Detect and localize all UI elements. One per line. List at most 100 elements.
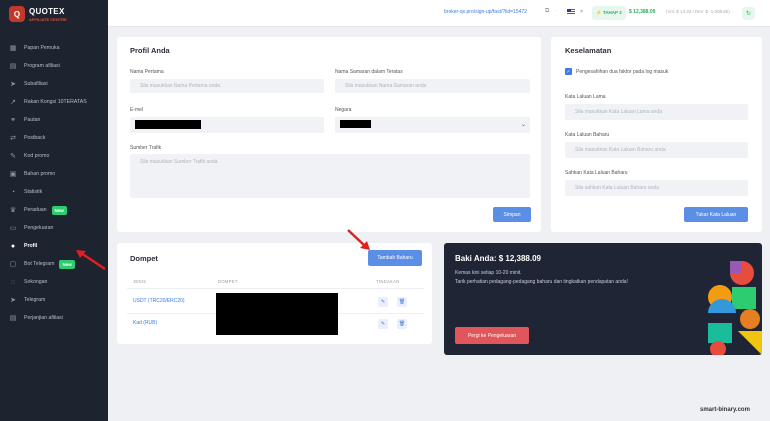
sidebar-item[interactable]: ▤ Program afiliasi bbox=[0, 57, 108, 75]
bot-icon: ▢ bbox=[9, 261, 17, 268]
watermark: smart-binary.com bbox=[700, 407, 750, 413]
sidebar-item[interactable]: ➤ Subafiliasi bbox=[0, 75, 108, 93]
sidebar-item-label: Papan Pemuka bbox=[24, 45, 60, 51]
telegram-icon: ➤ bbox=[10, 297, 16, 304]
old-password-field[interactable]: Sila masukkan Kata Laluan Lama anda bbox=[565, 104, 748, 120]
sidebar-item-label: Pengeluaran bbox=[24, 225, 54, 231]
trophy-icon: ♛ bbox=[9, 207, 17, 214]
security-card: Keselamatan ✓ Pengesahihan dua faktor pa… bbox=[551, 37, 762, 232]
sidebar-item[interactable]: ▣ Bahan promo bbox=[0, 165, 108, 183]
wallet-card: Dompet Tambah Baharu JENIS DOMPET TINDAK… bbox=[117, 243, 432, 344]
sidebar-item-label: Telegram bbox=[24, 297, 46, 303]
refresh-icon[interactable]: ↻ bbox=[742, 7, 755, 20]
link-icon: ⚭ bbox=[10, 117, 16, 124]
email-label: E-mel bbox=[130, 107, 144, 113]
new-badge: New bbox=[59, 259, 75, 269]
promo-material-icon: ▣ bbox=[9, 171, 17, 178]
sidebar-item-label: Kod promo bbox=[24, 153, 50, 159]
trash-icon[interactable]: 🗑 bbox=[397, 319, 407, 329]
language-flag-icon[interactable] bbox=[567, 9, 575, 15]
trash-icon[interactable]: 🗑 bbox=[397, 297, 407, 307]
add-wallet-button[interactable]: Tambah Baharu bbox=[368, 250, 422, 266]
support-icon: ◌ bbox=[10, 278, 16, 286]
edit-icon[interactable]: ✎ bbox=[378, 319, 388, 329]
chevron-down-icon[interactable]: ▾ bbox=[580, 8, 583, 15]
sidebar-item-label: Statistik bbox=[24, 189, 43, 195]
dashboard-icon: ▦ bbox=[9, 45, 17, 52]
chart-icon: ◔ bbox=[10, 188, 16, 196]
sidebar-item[interactable]: ♛ Peraduan New bbox=[0, 201, 108, 219]
sidebar-item-label: Bahan promo bbox=[24, 171, 56, 177]
sidebar-item[interactable]: ▤ Perjanjian afiliasi bbox=[0, 309, 108, 327]
agreement-icon: ▤ bbox=[9, 315, 17, 322]
new-badge: New bbox=[51, 205, 67, 215]
postback-icon: ⇄ bbox=[10, 135, 16, 142]
referral-link[interactable]: broker-qx.pro/sign-up/fast/?lid=15472 bbox=[444, 9, 527, 15]
sidebar-item[interactable]: ▦ Papan Pemuka bbox=[0, 39, 108, 57]
balance-update-note: Kemas kini setiap 10-20 minit. bbox=[455, 270, 522, 276]
divider: · bbox=[555, 8, 557, 14]
sidebar-item[interactable]: ◌ Sokongan bbox=[0, 273, 108, 291]
confirm-password-field[interactable]: Sila sahkan Kata Laluan Baharu anda bbox=[565, 180, 748, 196]
twofa-label: Pengesahihan dua faktor pada log masuk bbox=[576, 69, 669, 75]
logo-icon: Q bbox=[9, 6, 25, 22]
sidebar-item-label: Rakan Kongsi 10TERATAS bbox=[24, 99, 87, 105]
balance-title: Baki Anda: $ 12,388.09 bbox=[455, 254, 541, 263]
chevron-down-icon: ⌄ bbox=[520, 122, 526, 128]
balance-promo-note: Tarik perhatian pedagang-pedagang baharu… bbox=[455, 279, 628, 285]
change-password-button[interactable]: Tukar Kata Laluan bbox=[684, 207, 748, 222]
sidebar-item-label: Sokongan bbox=[24, 279, 48, 285]
withdraw-icon: ▭ bbox=[9, 225, 17, 232]
wallet-title: Dompet bbox=[130, 254, 158, 263]
sidebar-item-label: Perjanjian afiliasi bbox=[24, 315, 63, 321]
sidebar-item-label: Program afiliasi bbox=[24, 63, 60, 69]
sidebar-item[interactable]: ↗ Rakan Kongsi 10TERATAS bbox=[0, 93, 108, 111]
country-label: Negara bbox=[335, 107, 352, 113]
sidebar-item[interactable]: ▭ Pengeluaran bbox=[0, 219, 108, 237]
column-header: TINDAKAN bbox=[376, 279, 400, 284]
sidebar-item[interactable]: ⇄ Postback bbox=[0, 129, 108, 147]
wallet-type-card[interactable]: Kad (RUB) bbox=[133, 320, 157, 326]
sidebar-item-label: Postback bbox=[24, 135, 46, 141]
wallet-type-usdt[interactable]: USDT (TRC20/ERC20) bbox=[133, 298, 185, 304]
sidebar-item[interactable]: ◔ Statistik bbox=[0, 183, 108, 201]
balance-card: Baki Anda: $ 12,388.09 Kemas kini setiap… bbox=[444, 243, 762, 355]
sidebar-nav: ▦ Papan Pemuka ▤ Program afiliasi ➤ Subafilia… bbox=[0, 39, 108, 327]
send-icon: ➤ bbox=[10, 81, 16, 88]
decorative-shapes bbox=[708, 261, 762, 355]
first-name-label: Nama Pertama bbox=[130, 69, 164, 75]
redacted-wallet-address bbox=[216, 293, 338, 335]
nickname-field[interactable]: Sila masukkan Nama Samaran anda bbox=[335, 79, 530, 93]
sidebar-item[interactable]: ✎ Kod promo bbox=[0, 147, 108, 165]
edit-icon[interactable]: ✎ bbox=[378, 297, 388, 307]
sidebar-item[interactable]: ⚭ Pautan bbox=[0, 111, 108, 129]
nickname-label: Nama Samaran dalam Teratas bbox=[335, 69, 403, 75]
brand-title: QUOTEX bbox=[29, 6, 65, 16]
sidebar-item-label: Subafiliasi bbox=[24, 81, 48, 87]
trend-icon: ↗ bbox=[10, 99, 16, 106]
sidebar-item-label: Peraduan bbox=[24, 207, 47, 213]
top-balance-detail: (Vol: $ 13.33 / Rev: $ -1,008.85) bbox=[666, 9, 730, 14]
user-icon: ● bbox=[10, 242, 16, 250]
annotation-arrow bbox=[76, 250, 106, 271]
program-icon: ▤ bbox=[9, 63, 17, 70]
withdraw-button[interactable]: Pergi ke Pengeluaran bbox=[455, 327, 529, 344]
twofa-checkbox[interactable]: ✓ bbox=[565, 68, 572, 75]
annotation-arrow bbox=[347, 229, 370, 250]
new-password-field[interactable]: Sila masukkan Kata Laluan Baharu anda bbox=[565, 142, 748, 158]
tag-icon: ✎ bbox=[10, 153, 16, 160]
brand-subtitle: AFFILIATE CENTRE bbox=[29, 16, 67, 22]
sidebar-item-label: Pautan bbox=[24, 117, 41, 123]
tier-badge: ⚡ TAHAP 2 bbox=[592, 6, 626, 20]
first-name-field[interactable]: Sila masukkan Nama Pertama anda bbox=[130, 79, 324, 93]
sidebar-item[interactable]: ➤ Telegram bbox=[0, 291, 108, 309]
redacted-email bbox=[135, 120, 201, 129]
brand-logo[interactable]: Q QUOTEX AFFILIATE CENTRE bbox=[9, 6, 67, 22]
top-balance: $ 12,388.09 bbox=[629, 9, 656, 15]
sidebar: Q QUOTEX AFFILIATE CENTRE ▦ Papan Pemuka ▤… bbox=[0, 0, 108, 421]
copy-icon[interactable]: ⧉ bbox=[545, 8, 549, 15]
save-button[interactable]: Simpan bbox=[493, 207, 531, 222]
traffic-source-textarea[interactable]: Sila masukkan Sumber Trafik anda bbox=[130, 154, 530, 198]
confirm-password-label: Sahkan Kata Laluan Baharu bbox=[565, 170, 628, 176]
divider bbox=[127, 288, 424, 289]
